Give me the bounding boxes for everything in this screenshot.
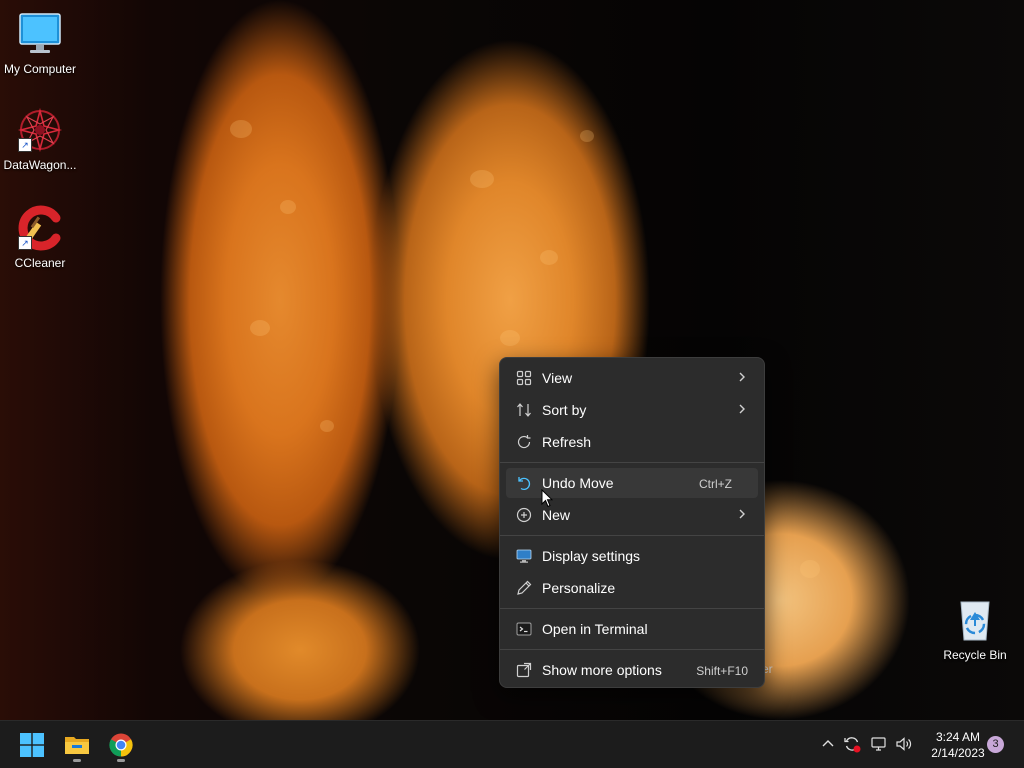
folder-icon [64, 734, 90, 761]
menu-item-display-settings[interactable]: Display settings [506, 541, 758, 571]
display-icon [516, 548, 532, 564]
menu-item-personalize[interactable]: Personalize [506, 573, 758, 603]
menu-item-label: View [542, 370, 573, 386]
desktop-icon-label: My Computer [3, 62, 77, 76]
notification-badge[interactable]: 3 [987, 736, 1004, 753]
datawagon-icon: ↗ [16, 106, 64, 154]
undo-icon [516, 475, 532, 491]
menu-item-refresh[interactable]: Refresh [506, 427, 758, 457]
clock[interactable]: 3:24 AM 2/14/2023 [918, 729, 998, 761]
desktop-icon-ccleaner[interactable]: ↗ CCleaner [0, 204, 80, 270]
menu-item-view[interactable]: View [506, 363, 758, 393]
volume-icon[interactable] [895, 735, 913, 753]
menu-item-shortcut: Ctrl+Z [699, 477, 732, 491]
menu-item-label: Display settings [542, 548, 641, 564]
mouse-cursor-icon [541, 488, 554, 514]
network-icon[interactable] [870, 735, 888, 753]
menu-separator [500, 462, 764, 463]
running-indicator [117, 759, 125, 762]
menu-item-label: Show more options [542, 662, 662, 678]
pen-icon [516, 580, 532, 596]
file-explorer-button[interactable] [59, 727, 95, 763]
windows-logo-icon [20, 733, 44, 762]
desktop-icon-datawagon[interactable]: ↗ DataWagon... [0, 106, 80, 172]
menu-item-label: Open in Terminal [542, 621, 648, 637]
running-indicator [73, 759, 81, 762]
menu-item-shortcut: Shift+F10 [696, 664, 748, 678]
sort-icon [516, 402, 532, 418]
desktop-icon-label: Recycle Bin [943, 648, 1007, 662]
chevron-right-icon [736, 506, 748, 522]
refresh-icon [516, 434, 532, 450]
desktop-icon-my-computer[interactable]: My Computer [0, 10, 80, 76]
chrome-button[interactable] [103, 727, 139, 763]
chevron-up-icon[interactable] [819, 735, 837, 753]
clock-time: 3:24 AM [935, 730, 981, 744]
menu-separator [500, 608, 764, 609]
terminal-icon [516, 621, 532, 637]
taskbar: 3:24 AM 2/14/2023 [0, 720, 1024, 768]
menu-item-sort-by[interactable]: Sort by [506, 395, 758, 425]
shortcut-arrow-icon: ↗ [18, 138, 32, 152]
sync-error-icon[interactable] [843, 735, 861, 753]
menu-item-label: Personalize [542, 580, 616, 596]
start-button[interactable] [14, 727, 50, 763]
clock-date: 2/14/2023 [931, 746, 985, 760]
chevron-right-icon [736, 369, 748, 385]
monitor-icon [16, 10, 64, 58]
grid-icon [516, 370, 532, 386]
menu-item-label: Refresh [542, 434, 592, 450]
chrome-icon [109, 733, 133, 762]
menu-separator [500, 649, 764, 650]
shortcut-arrow-icon: ↗ [18, 236, 32, 250]
menu-item-label: Sort by [542, 402, 587, 418]
plus-circle-icon [516, 507, 532, 523]
desktop-context-menu: View Sort by Refresh Undo Move Ctrl+Z Ne… [499, 357, 765, 688]
menu-item-show-more-options[interactable]: Show more options Shift+F10 [506, 655, 758, 685]
desktop-icon-label: CCleaner [14, 256, 66, 270]
desktop-icon-label: DataWagon... [3, 158, 77, 172]
desktop-icon-recycle-bin[interactable]: Recycle Bin [935, 596, 1015, 662]
chevron-right-icon [736, 401, 748, 417]
ccleaner-icon: ↗ [16, 204, 64, 252]
menu-item-open-in-terminal[interactable]: Open in Terminal [506, 614, 758, 644]
recycle-bin-icon [951, 596, 999, 644]
menu-separator [500, 535, 764, 536]
more-options-icon [516, 662, 532, 678]
